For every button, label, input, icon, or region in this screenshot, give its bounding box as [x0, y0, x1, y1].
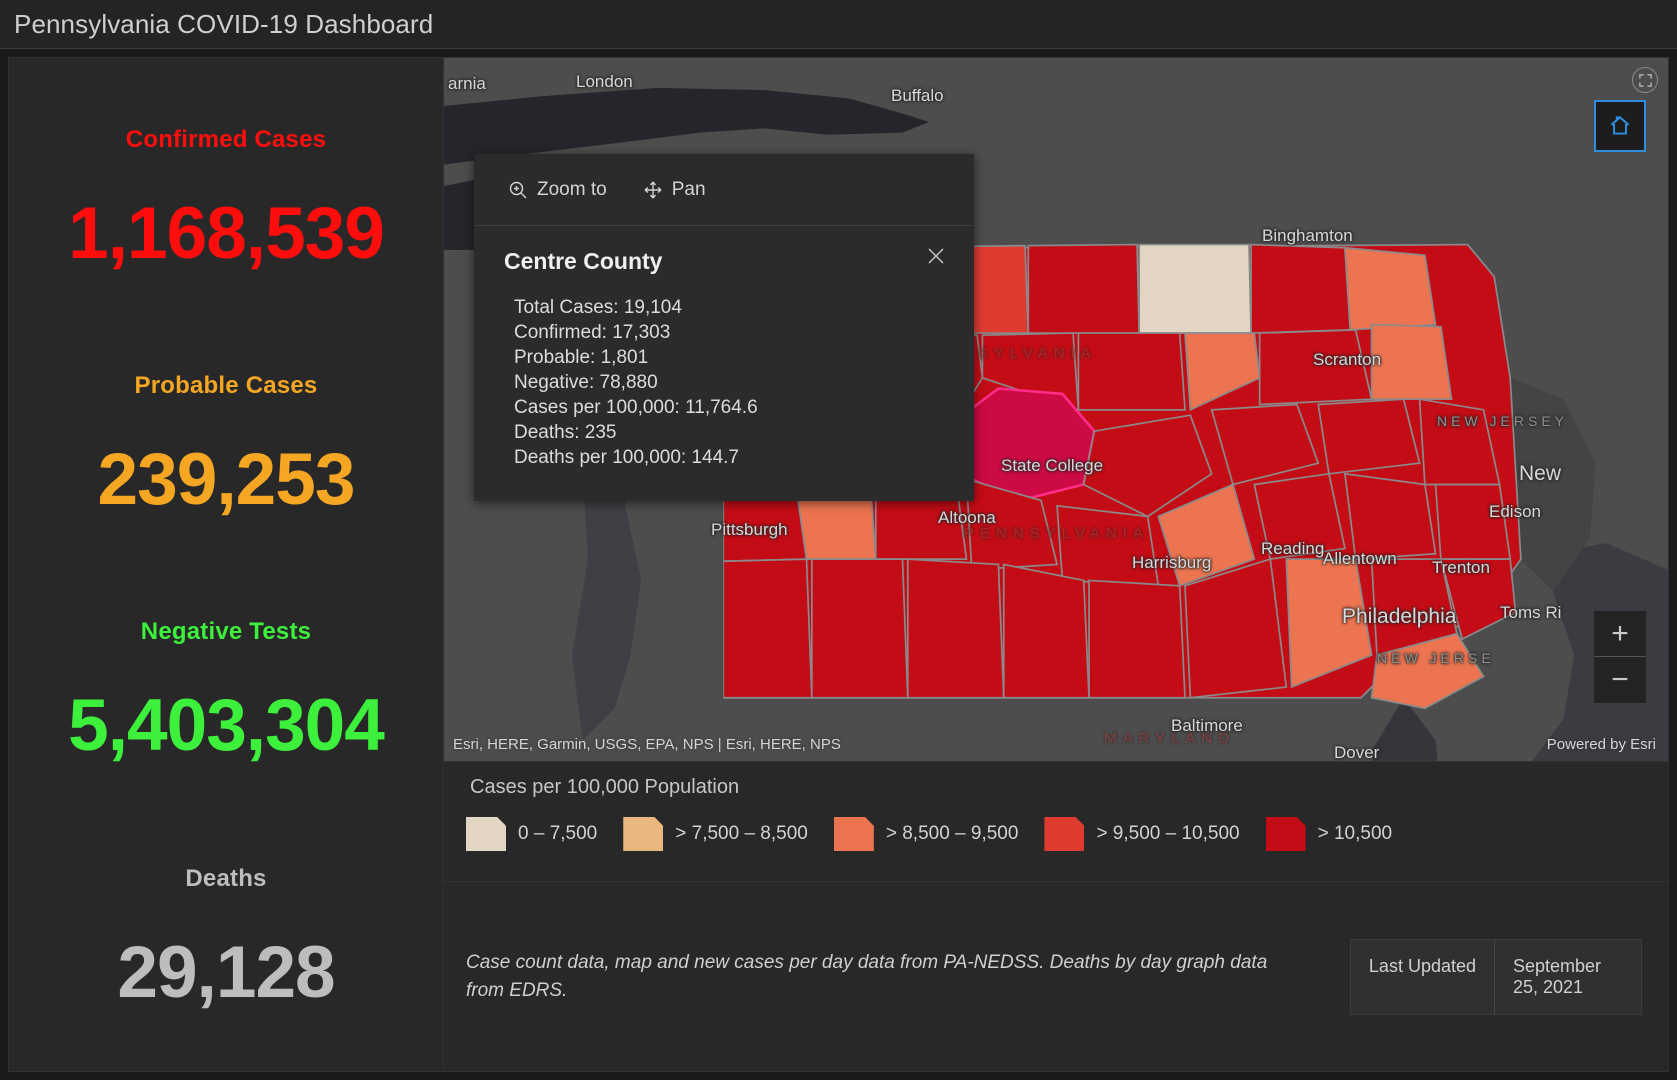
stat-value-probable-cases: 239,253 [97, 439, 356, 521]
legend-label: > 9,500 – 10,500 [1096, 823, 1240, 844]
legend-label: > 10,500 [1317, 823, 1393, 844]
stats-panel: Confirmed Cases 1,168,539 Probable Cases… [8, 57, 444, 1072]
home-button[interactable] [1594, 100, 1646, 152]
legend-swatch [466, 817, 506, 851]
pan-label: Pan [671, 178, 706, 200]
close-icon[interactable] [924, 244, 948, 268]
right-column: arnia London Buffalo Binghamton Scranton… [444, 57, 1669, 1072]
legend-item: > 10,500 [1265, 817, 1393, 851]
stat-confirmed-cases: Confirmed Cases 1,168,539 [9, 76, 443, 322]
last-updated-label: Last Updated [1350, 939, 1495, 1014]
zoom-in-button[interactable]: + [1594, 611, 1646, 657]
legend-item: > 8,500 – 9,500 [833, 817, 1019, 851]
popup-row: Confirmed: 17,303 [514, 322, 671, 344]
stat-label-deaths: Deaths [185, 864, 267, 892]
map-panel[interactable]: arnia London Buffalo Binghamton Scranton… [444, 57, 1669, 762]
legend-item: 0 – 7,500 [466, 817, 597, 851]
legend-label: > 7,500 – 8,500 [675, 823, 808, 844]
popup-row: Probable: 1,801 [514, 347, 649, 369]
legend-item: > 7,500 – 8,500 [623, 817, 808, 851]
popup-row: Deaths per 100,000: 144.7 [514, 447, 740, 469]
stat-label-probable-cases: Probable Cases [134, 372, 318, 400]
stat-value-deaths: 29,128 [117, 931, 335, 1013]
pan-button[interactable]: Pan [643, 179, 706, 201]
popup-row: Total Cases: 19,104 [514, 297, 682, 318]
esri-credit: Powered by Esri [1546, 736, 1656, 753]
home-icon [1610, 116, 1630, 135]
legend-swatch [1265, 817, 1306, 851]
last-updated-box: Last Updated September 25, 2021 [1349, 938, 1642, 1015]
popup-row: Cases per 100,000: 11,764.6 [514, 397, 758, 419]
popup-content: Centre County Total Cases: 19,104 Confir… [474, 226, 974, 501]
stat-value-negative-tests: 5,403,304 [68, 685, 385, 767]
footer-panel: Case count data, map and new cases per d… [444, 882, 1669, 1072]
legend-item: > 9,500 – 10,500 [1044, 817, 1240, 851]
stat-negative-tests: Negative Tests 5,403,304 [9, 569, 443, 815]
last-updated-value: September 25, 2021 [1495, 939, 1641, 1014]
footer-note: Case count data, map and new cases per d… [466, 951, 1268, 1001]
stat-value-confirmed-cases: 1,168,539 [68, 192, 385, 274]
stat-label-confirmed-cases: Confirmed Cases [125, 125, 327, 153]
dashboard-body: Confirmed Cases 1,168,539 Probable Cases… [0, 49, 1677, 1080]
legend-label: > 8,500 – 9,500 [885, 823, 1019, 844]
zoom-controls[interactable]: + − [1594, 611, 1646, 703]
stat-label-negative-tests: Negative Tests [140, 618, 312, 646]
stat-deaths: Deaths 29,128 [9, 815, 443, 1061]
map-attribution: Esri, HERE, Garmin, USGS, EPA, NPS | Esr… [453, 736, 841, 753]
legend-swatch [1044, 817, 1085, 851]
legend-swatch [833, 817, 874, 851]
zoom-to-label: Zoom to [537, 178, 607, 200]
pan-arrows-icon [644, 181, 662, 198]
app-header: Pennsylvania COVID-19 Dashboard [0, 0, 1677, 49]
stat-probable-cases: Probable Cases 239,253 [9, 322, 443, 568]
page-title: Pennsylvania COVID-19 Dashboard [14, 8, 434, 39]
legend-items: 0 – 7,500 > 7,500 – 8,500 > 8,500 – 9,50… [466, 817, 1668, 851]
popup-row: Deaths: 235 [514, 422, 617, 444]
popup-title: Centre County [504, 248, 663, 274]
legend-panel: Cases per 100,000 Population 0 – 7,500 >… [444, 762, 1669, 882]
feature-popup[interactable]: Zoom to Pan Centre County Total Cases: 1… [474, 154, 974, 501]
zoom-to-button[interactable]: Zoom to [508, 179, 607, 201]
fullscreen-expand-icon[interactable] [1632, 67, 1658, 93]
legend-label: 0 – 7,500 [518, 823, 598, 844]
zoom-out-button[interactable]: − [1594, 657, 1646, 703]
legend-title: Cases per 100,000 Population [470, 776, 740, 798]
popup-row: Negative: 78,880 [514, 372, 658, 394]
popup-actions: Zoom to Pan [474, 154, 974, 226]
magnifier-plus-icon [509, 181, 527, 198]
legend-swatch [623, 817, 664, 851]
